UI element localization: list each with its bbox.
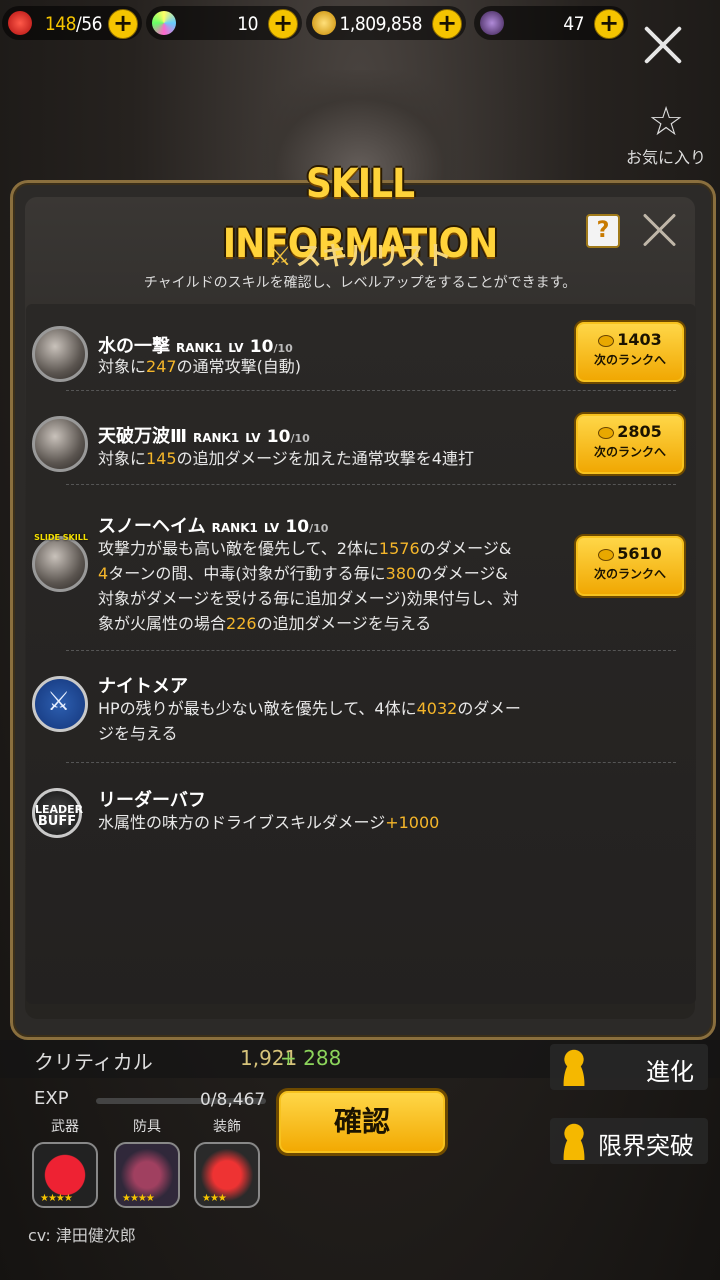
rank-up-button[interactable]: 1403 次のランクへ bbox=[574, 320, 686, 384]
gem-counter: 10 + bbox=[146, 6, 302, 40]
stop-sign-icon: ★★★★ bbox=[32, 1142, 98, 1208]
confirm-button[interactable]: 確認 bbox=[276, 1088, 448, 1156]
stamina-counter: 148/56 + bbox=[2, 6, 142, 40]
skill-description: HPの残りが最も少ない敵を優先して、4体に4032のダメー ジを与える bbox=[98, 699, 521, 743]
gold-coin-icon bbox=[312, 11, 336, 35]
skill-name: 天破万波Ⅲ bbox=[98, 426, 188, 447]
divider bbox=[66, 650, 676, 651]
person-icon bbox=[558, 1048, 590, 1086]
slide-skill-badge: SLIDE SKILL bbox=[34, 533, 88, 542]
crossed-swords-icon: ⚔ bbox=[268, 242, 292, 272]
heart-icon bbox=[8, 11, 32, 35]
limit-break-button[interactable]: 限界突破 bbox=[550, 1118, 708, 1164]
star-icon: ☆ bbox=[648, 99, 684, 145]
equip-weapon[interactable]: 武器 ★★★★ bbox=[32, 1116, 98, 1208]
divider bbox=[66, 484, 676, 485]
skill-description: 対象に145の追加ダメージを加えた通常攻撃を4連打 bbox=[98, 449, 474, 468]
nightmare-skill-icon: ⚔ bbox=[32, 676, 88, 732]
skill-description: 対象に247の通常攻撃(自動) bbox=[98, 357, 302, 376]
exp-value: 0/8,467 bbox=[200, 1090, 266, 1110]
skill-description: 水属性の味方のドライブスキルダメージ+1000 bbox=[98, 813, 440, 832]
skill-portrait-icon bbox=[32, 326, 88, 382]
close-icon[interactable] bbox=[640, 22, 686, 68]
skill-list-heading: ⚔ スキルリスト bbox=[268, 242, 452, 272]
armor-icon: ★★★★ bbox=[114, 1142, 180, 1208]
equip-accessory[interactable]: 装飾 ★★★ bbox=[194, 1116, 260, 1208]
skill-portrait-icon bbox=[32, 416, 88, 472]
voice-actor-credit: cv: 津田健次郎 bbox=[28, 1226, 136, 1245]
skill-portrait-icon: SLIDE SKILL bbox=[32, 533, 88, 592]
rainbow-gem-icon bbox=[152, 11, 176, 35]
coin-icon bbox=[598, 334, 615, 347]
gold-counter: 1,809,858 + bbox=[306, 6, 466, 40]
crossed-swords-icon: ⚔ bbox=[47, 687, 71, 717]
exp-label: EXP bbox=[34, 1088, 69, 1109]
favorite-label: お気に入り bbox=[625, 148, 706, 167]
rank-up-button[interactable]: 5610 次のランクへ bbox=[574, 534, 686, 598]
dialog-title: SKILL INFORMATION bbox=[222, 161, 499, 267]
add-stamina-button[interactable]: + bbox=[108, 9, 138, 39]
leader-buff-icon: LEADER BUFF bbox=[32, 788, 83, 838]
divider bbox=[66, 390, 676, 391]
person-plus-icon bbox=[558, 1122, 590, 1160]
resource-bar: 148/56 + 10 + 1,809,858 + 47 + bbox=[0, 0, 720, 48]
equip-armor[interactable]: 防具 ★★★★ bbox=[114, 1116, 180, 1208]
dialog-subtitle: チャイルドのスキルを確認し、レベルアップをすることができます。 bbox=[143, 275, 577, 291]
glove-icon: ★★★ bbox=[194, 1142, 260, 1208]
crystal-counter: 47 + bbox=[474, 6, 628, 40]
skill-name: スノーヘイム bbox=[98, 516, 206, 537]
add-gold-button[interactable]: + bbox=[432, 9, 462, 39]
add-crystals-button[interactable]: + bbox=[594, 9, 624, 39]
rank-up-button[interactable]: 2805 次のランクへ bbox=[574, 412, 686, 476]
add-gems-button[interactable]: + bbox=[268, 9, 298, 39]
coin-icon bbox=[598, 426, 615, 439]
coin-icon bbox=[598, 548, 615, 561]
skill-description: 攻撃力が最も高い敵を優先して、2体に1576のダメージ& 4ターンの間、中毒(対… bbox=[98, 539, 519, 633]
favorite-button[interactable]: ☆ お気に入り bbox=[620, 100, 712, 168]
purple-crystal-icon bbox=[480, 11, 504, 35]
divider bbox=[66, 762, 676, 763]
evolve-button[interactable]: 進化 bbox=[550, 1044, 708, 1090]
skill-list: 水の一撃 RANK1 LV 10/10 対象に247の通常攻撃(自動) 1403 次… bbox=[26, 304, 696, 1004]
